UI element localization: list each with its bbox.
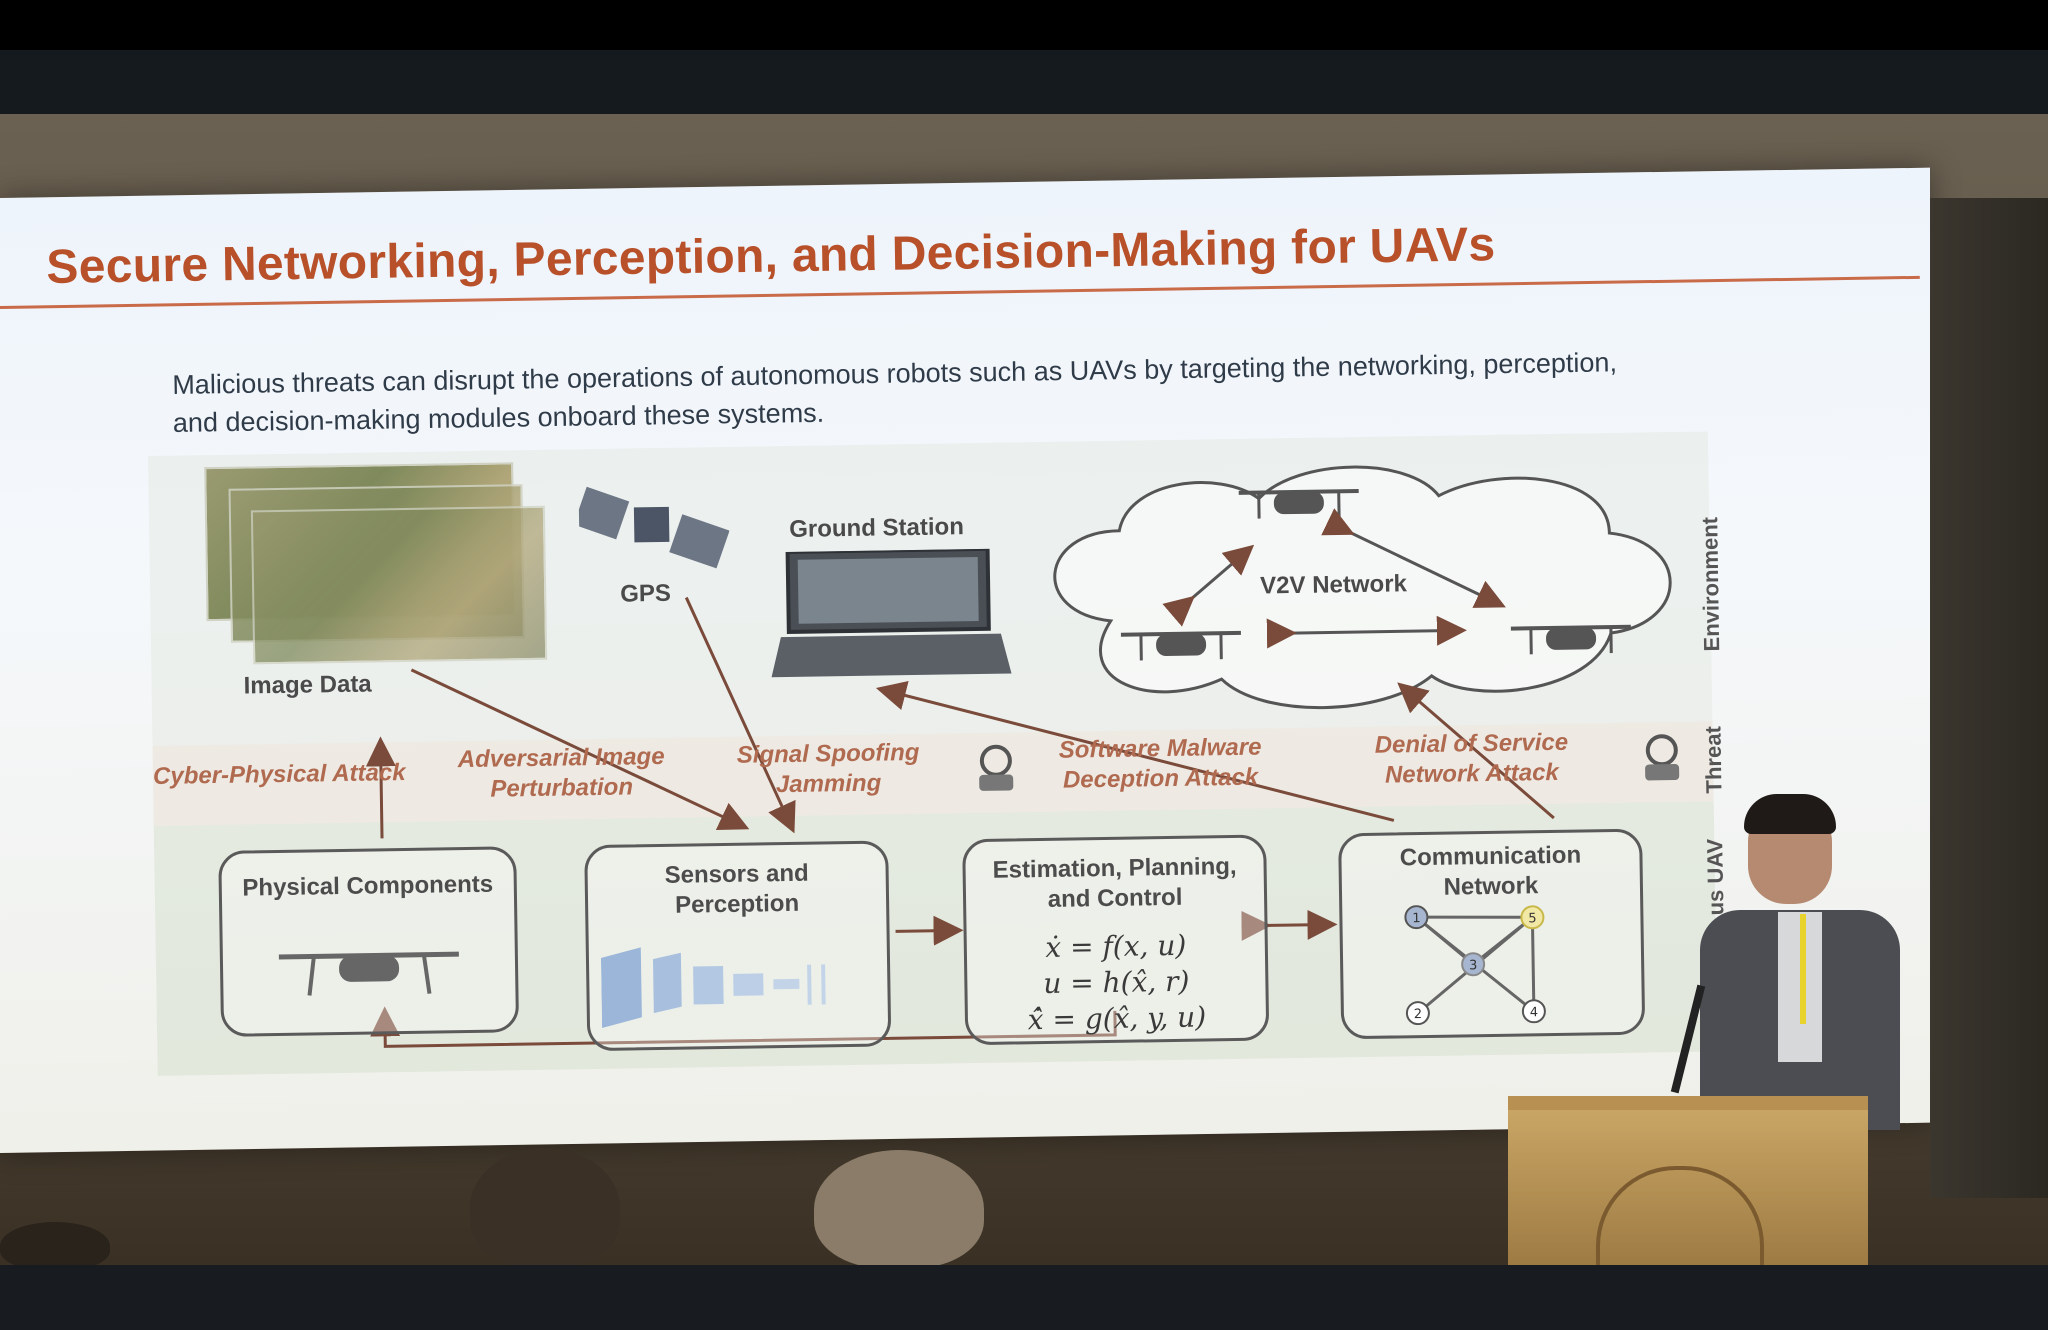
threat-software-malware: Software Malware Deception Attack: [1058, 733, 1262, 794]
threat-cyber-physical: Cyber-Physical Attack: [152, 758, 406, 790]
communication-network-label: Communication Network: [1399, 841, 1582, 901]
estimation-planning-control-box: Estimation, Planning, and Control ẋ = f(x…: [962, 834, 1270, 1046]
speaker: [1700, 794, 1910, 1130]
physical-components-label: Physical Components: [242, 870, 494, 902]
drone-icon: [278, 951, 459, 996]
speaker-hair: [1744, 794, 1836, 834]
threat-signal-spoofing: Signal Spoofing Jamming: [736, 738, 920, 799]
video-letterbox-bottom: [0, 1265, 2048, 1330]
screen-edge-shadow: [1930, 198, 2048, 1198]
neural-network-icon: [600, 947, 826, 1028]
network-graph: 1 5 3 2 4: [1404, 905, 1546, 1026]
audience-head: [814, 1150, 984, 1268]
threat-adversarial-image: Adversarial Image Perturbation: [457, 742, 665, 803]
node-label: 4: [1530, 1005, 1539, 1020]
node-label: 3: [1469, 958, 1478, 973]
side-label-environment: Environment: [1697, 516, 1725, 652]
node-label: 2: [1414, 1007, 1423, 1022]
audience-head: [0, 1222, 110, 1270]
threat-denial-of-service: Denial of Service Network Attack: [1374, 728, 1569, 789]
node-label: 5: [1528, 911, 1537, 926]
sensors-perception-box: Sensors and Perception: [584, 840, 892, 1052]
physical-components-box: Physical Components: [218, 846, 520, 1037]
audience-head: [470, 1148, 620, 1268]
video-header-band: [0, 50, 2048, 114]
hacker-icon: [979, 744, 1014, 791]
estimator-equation: x̂̇ = g(x̂, y, u): [1027, 1000, 1207, 1037]
hacker-icon: [1645, 734, 1680, 781]
video-letterbox-top: [0, 0, 2048, 50]
side-label-threat: Threat: [1700, 726, 1727, 794]
lanyard: [1800, 914, 1806, 1024]
sensors-perception-label: Sensors and Perception: [664, 859, 809, 919]
node-label: 1: [1412, 911, 1421, 926]
communication-network-box: Communication Network 1 5 3 2 4: [1338, 828, 1646, 1040]
estimation-planning-control-label: Estimation, Planning, and Control: [992, 852, 1237, 913]
architecture-diagram: Image Data GPS Ground Station V2V Networ…: [148, 431, 1728, 1076]
